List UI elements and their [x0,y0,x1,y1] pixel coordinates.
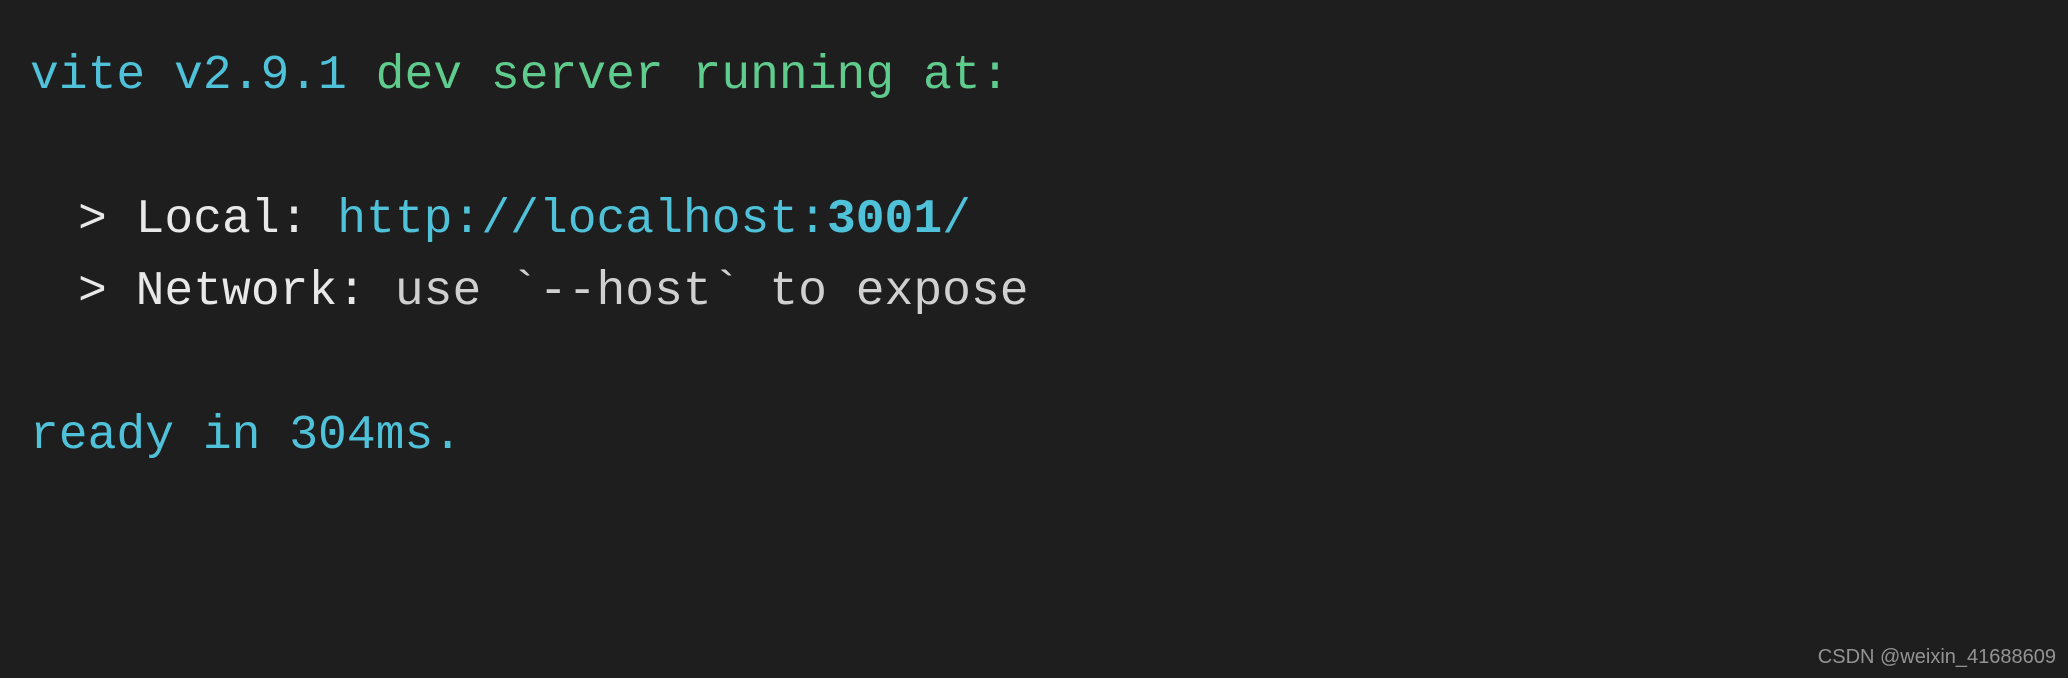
watermark: CSDN @weixin_41688609 [1818,642,2056,672]
network-prefix: > [78,265,136,319]
local-url-host[interactable]: http://localhost: [337,193,827,247]
network-label: Network: [136,265,395,319]
ready-line: ready in 304ms. [30,400,2038,472]
spacer-1 [30,112,2038,184]
local-url-path[interactable]: / [942,193,971,247]
network-line: > Network: use `--host` to expose [78,256,2038,328]
network-hint: use `--host` to expose [395,265,1029,319]
local-prefix: > [78,193,136,247]
tool-version: vite v2.9.1 [30,49,347,103]
header-line: vite v2.9.1 dev server running at: [30,40,2038,112]
local-label: Local: [136,193,338,247]
server-message: dev server running at: [347,49,1010,103]
spacer-2 [30,328,2038,400]
local-url-port[interactable]: 3001 [827,193,942,247]
local-line: > Local: http://localhost:3001/ [78,184,2038,256]
ready-text: ready in 304ms. [30,409,462,463]
